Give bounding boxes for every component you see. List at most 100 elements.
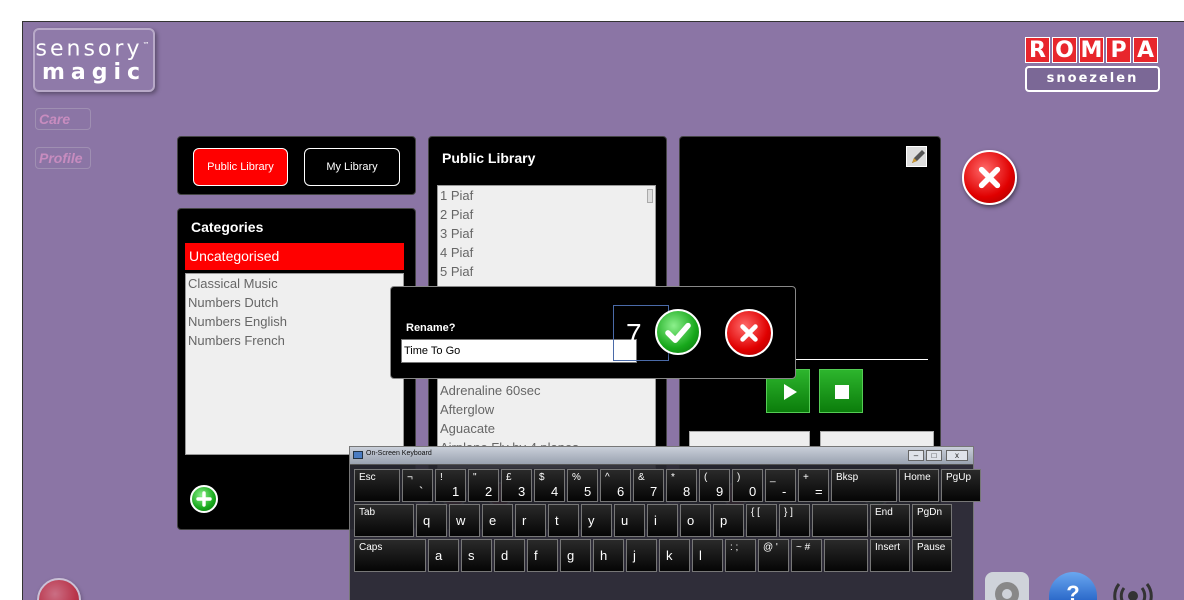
key[interactable]: ! 1 [435, 469, 466, 502]
list-item[interactable]: 4 Piaf [438, 243, 655, 262]
key-label-top: { [ [751, 507, 760, 518]
key[interactable]: Home [899, 469, 939, 502]
stop-button[interactable] [819, 369, 863, 413]
key-label-top: } ] [784, 507, 793, 518]
key[interactable]: £3 [501, 469, 532, 502]
app-window: sensory™ magic Care Profile ROMPA snoeze… [22, 21, 1184, 600]
key[interactable]: ~ # [791, 539, 822, 572]
key-label: j [633, 548, 636, 563]
key-label-top: ^ [605, 472, 610, 483]
key[interactable]: w [449, 504, 480, 537]
key[interactable]: @ ' [758, 539, 789, 572]
add-category-button[interactable] [190, 485, 218, 513]
keyboard-titlebar[interactable]: On-Screen Keyboard – □ x [350, 447, 973, 465]
key[interactable]: $4 [534, 469, 565, 502]
rename-input[interactable]: Time To Go [401, 339, 637, 363]
list-item[interactable]: Numbers French [186, 331, 403, 350]
key-label-bottom: 2 [485, 484, 493, 499]
home-button[interactable] [37, 578, 81, 600]
key[interactable]: k [659, 539, 690, 572]
key[interactable]: } ] [779, 504, 810, 537]
broadcast-icon[interactable] [1113, 574, 1153, 600]
key[interactable]: Caps [354, 539, 426, 572]
key-label-bottom: 6 [617, 484, 625, 499]
list-item[interactable]: Adrenaline 60sec [438, 381, 655, 400]
key[interactable]: a [428, 539, 459, 572]
minimize-button[interactable]: – [908, 450, 924, 461]
key[interactable]: & 7 [633, 469, 664, 502]
key[interactable]: Pause [912, 539, 952, 572]
help-icon[interactable]: ? [1049, 572, 1097, 600]
key[interactable]: % 5 [567, 469, 598, 502]
key[interactable]: ^ 6 [600, 469, 631, 502]
key[interactable]: q [416, 504, 447, 537]
list-item[interactable]: 3 Piaf [438, 224, 655, 243]
close-button[interactable] [962, 150, 1017, 205]
key[interactable]: Insert [870, 539, 910, 572]
key[interactable]: Esc [354, 469, 400, 502]
key[interactable]: Tab [354, 504, 414, 537]
list-item[interactable]: Afterglow [438, 400, 655, 419]
key-label-top: ( [704, 472, 708, 483]
list-item[interactable]: Aguacate [438, 419, 655, 438]
care-tag[interactable]: Care [35, 108, 91, 130]
list-item[interactable]: 1 Piaf [438, 186, 655, 205]
key[interactable]: Bksp [831, 469, 897, 502]
scrollbar-thumb[interactable] [647, 189, 653, 203]
settings-gear-icon[interactable] [985, 572, 1029, 600]
categories-list[interactable]: Classical Music Numbers Dutch Numbers En… [185, 273, 404, 455]
key[interactable]: i [647, 504, 678, 537]
key[interactable]: { [ [746, 504, 777, 537]
key[interactable]: End [870, 504, 910, 537]
key[interactable]: PgUp [941, 469, 981, 502]
key[interactable]: _ - [765, 469, 796, 502]
key[interactable]: h [593, 539, 624, 572]
category-selected[interactable]: Uncategorised [185, 243, 404, 270]
key-label-top: Tab [359, 507, 376, 518]
key[interactable]: PgDn [912, 504, 952, 537]
key[interactable]: (9 [699, 469, 730, 502]
keyboard-icon [353, 451, 363, 459]
key[interactable]: j [626, 539, 657, 572]
key-label: f [534, 548, 538, 563]
my-library-button[interactable]: My Library [304, 148, 400, 186]
sensory-magic-logo: sensory™ magic [33, 28, 155, 92]
list-item[interactable]: Numbers Dutch [186, 293, 403, 312]
list-item[interactable]: 2 Piaf [438, 205, 655, 224]
key[interactable]: ) 0 [732, 469, 763, 502]
key[interactable]: y [581, 504, 612, 537]
list-item[interactable]: 5 Piaf [438, 262, 655, 281]
confirm-button[interactable] [655, 309, 701, 355]
list-item[interactable]: Classical Music [186, 274, 403, 293]
key-label-top: @ ' [763, 542, 778, 553]
key[interactable]: + = [798, 469, 829, 502]
categories-title: Categories [191, 219, 264, 235]
edit-icon[interactable] [906, 146, 927, 167]
key[interactable]: f [527, 539, 558, 572]
close-keyboard-button[interactable]: x [946, 450, 968, 461]
key[interactable]: ¬ ` [402, 469, 433, 502]
rompa-letter: O [1052, 37, 1077, 63]
profile-tag[interactable]: Profile [35, 147, 91, 169]
key[interactable]: t [548, 504, 579, 537]
key[interactable]: u [614, 504, 645, 537]
key[interactable]: * 8 [666, 469, 697, 502]
key-label-top: : ; [730, 542, 739, 553]
list-item[interactable]: Numbers English [186, 312, 403, 331]
key[interactable]: g [560, 539, 591, 572]
key[interactable]: : ; [725, 539, 756, 572]
key[interactable]: p [713, 504, 744, 537]
key[interactable]: e [482, 504, 513, 537]
key[interactable]: s [461, 539, 492, 572]
maximize-button[interactable]: □ [926, 450, 942, 461]
key[interactable] [824, 539, 868, 572]
key[interactable]: " 2 [468, 469, 499, 502]
key[interactable]: l [692, 539, 723, 572]
key[interactable]: d [494, 539, 525, 572]
key[interactable]: o [680, 504, 711, 537]
public-library-button[interactable]: Public Library [193, 148, 288, 186]
key-label-top: Bksp [836, 472, 859, 483]
key[interactable] [812, 504, 868, 537]
cancel-button[interactable] [725, 309, 773, 357]
key[interactable]: r [515, 504, 546, 537]
